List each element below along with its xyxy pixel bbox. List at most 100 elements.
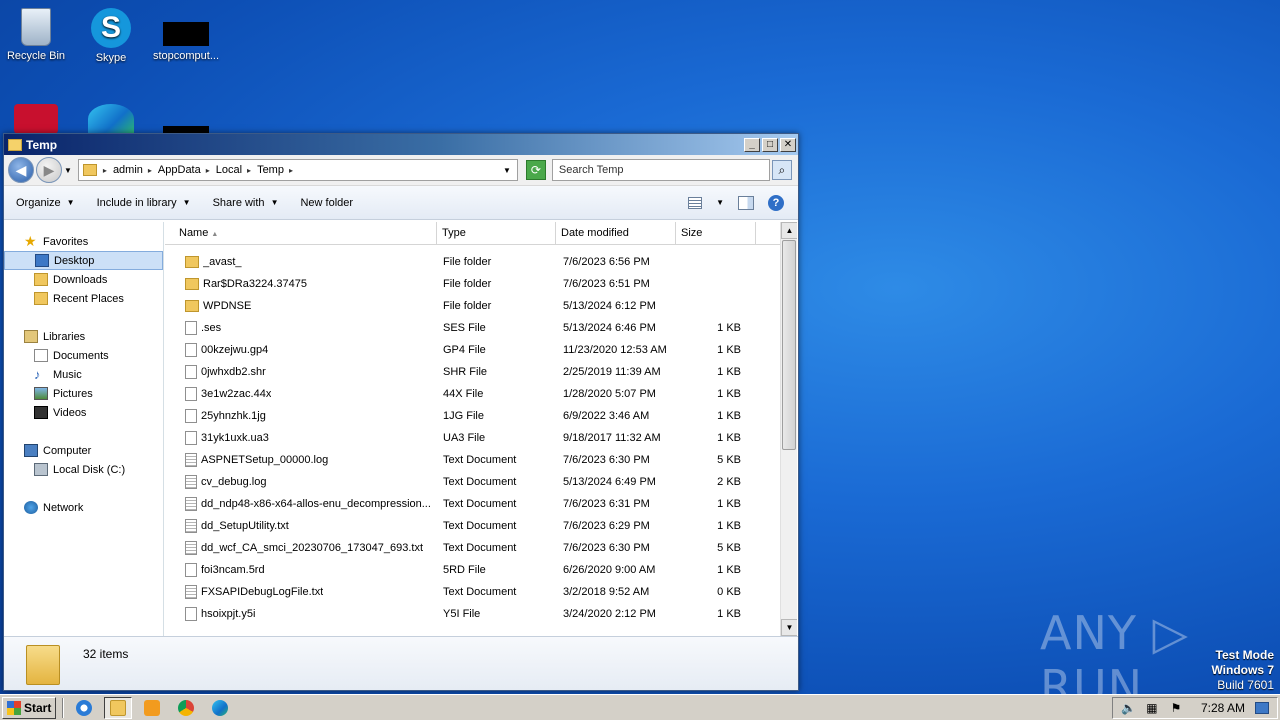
clock[interactable]: 7:28 AM bbox=[1201, 701, 1245, 715]
file-row[interactable]: foi3ncam.5rd 5RD File 6/26/2020 9:00 AM 1 K… bbox=[165, 559, 797, 581]
libraries-icon bbox=[24, 330, 38, 343]
view-options-icon[interactable] bbox=[688, 196, 703, 209]
minimize-button[interactable]: _ bbox=[744, 137, 760, 152]
forward-arrow-icon: ▶ bbox=[43, 161, 55, 178]
nav-music[interactable]: ♪ Music bbox=[4, 365, 163, 384]
file-type: File folder bbox=[443, 256, 492, 268]
file-row[interactable]: 00kzejwu.gp4 GP4 File 11/23/2020 12:53 AM 1… bbox=[165, 339, 797, 361]
file-row[interactable]: Rar$DRa3224.37475 File folder 7/6/2023 6:5… bbox=[165, 273, 797, 295]
nav-network[interactable]: Network bbox=[4, 498, 163, 517]
file-row[interactable]: WPDNSE File folder 5/13/2024 6:12 PM bbox=[165, 295, 797, 317]
test-mode-line1: Test Mode bbox=[1215, 648, 1274, 662]
include-in-library-button[interactable]: Include in library ▼ bbox=[97, 197, 191, 209]
breadcrumb-appdata[interactable]: AppData ▸ bbox=[158, 164, 210, 176]
scroll-thumb[interactable] bbox=[782, 240, 796, 450]
taskbar-internet-explorer[interactable] bbox=[70, 697, 98, 719]
file-type: File folder bbox=[443, 300, 492, 312]
share-with-button[interactable]: Share with ▼ bbox=[213, 197, 279, 209]
breadcrumb-separator-icon[interactable]: ▸ bbox=[103, 166, 107, 175]
nav-pictures[interactable]: Pictures bbox=[4, 384, 163, 403]
file-row[interactable]: cv_debug.log Text Document 5/13/2024 6:49 … bbox=[165, 471, 797, 493]
file-row[interactable]: .ses SES File 5/13/2024 6:46 PM 1 KB bbox=[165, 317, 797, 339]
file-row[interactable]: dd_SetupUtility.txt Text Document 7/6/2023… bbox=[165, 515, 797, 537]
new-folder-button[interactable]: New folder bbox=[300, 197, 353, 209]
nav-libraries[interactable]: Libraries bbox=[4, 327, 163, 346]
sort-ascending-icon: ▲ bbox=[211, 231, 219, 238]
file-row[interactable]: ASPNETSetup_00000.log Text Document 7/6/20… bbox=[165, 449, 797, 471]
scroll-down-icon[interactable]: ▼ bbox=[781, 619, 797, 636]
back-button[interactable]: ◀ bbox=[8, 157, 34, 183]
nav-recent-places[interactable]: Recent Places bbox=[4, 289, 163, 308]
volume-icon[interactable]: 🔈 bbox=[1121, 701, 1136, 715]
file-name: ASPNETSetup_00000.log bbox=[165, 453, 437, 467]
breadcrumb-local[interactable]: Local ▸ bbox=[216, 164, 251, 176]
title-bar[interactable]: Temp _ □ ✕ bbox=[4, 134, 798, 155]
file-size: 1 KB bbox=[717, 388, 741, 400]
desktop-icon-recycle-bin[interactable]: Recycle Bin bbox=[1, 8, 71, 62]
view-dropdown-icon[interactable]: ▼ bbox=[716, 198, 724, 207]
address-toolbar: ◀ ▶ ▼ ▸ admin ▸ AppData ▸ Local ▸ Temp ▸ ▼ ⟳… bbox=[4, 155, 798, 186]
text-document-icon bbox=[185, 497, 197, 511]
column-type[interactable]: Type bbox=[437, 222, 556, 244]
file-type: Text Document bbox=[443, 586, 517, 598]
maximize-button[interactable]: □ bbox=[762, 137, 778, 152]
edge-icon bbox=[88, 104, 134, 134]
column-name[interactable]: Name ▲ bbox=[165, 222, 437, 244]
desktop-icon-skype[interactable]: S Skype bbox=[76, 8, 146, 64]
breadcrumb-temp[interactable]: Temp ▸ bbox=[257, 164, 293, 176]
file-type: 5RD File bbox=[443, 564, 486, 576]
file-row[interactable]: _avast_ File folder 7/6/2023 6:56 PM bbox=[165, 251, 797, 273]
file-type: Text Document bbox=[443, 542, 517, 554]
nav-videos[interactable]: Videos bbox=[4, 403, 163, 422]
recent-pages-chevron-icon[interactable]: ▼ bbox=[64, 166, 72, 175]
file-row[interactable]: 0jwhxdb2.shr SHR File 2/25/2019 11:39 AM 1 … bbox=[165, 361, 797, 383]
file-size: 1 KB bbox=[717, 410, 741, 422]
address-bar[interactable]: ▸ admin ▸ AppData ▸ Local ▸ Temp ▸ ▼ bbox=[77, 159, 518, 181]
column-date-modified[interactable]: Date modified bbox=[556, 222, 676, 244]
show-desktop-icon[interactable] bbox=[1255, 701, 1269, 714]
folder-icon bbox=[82, 164, 97, 176]
nav-desktop[interactable]: Desktop bbox=[4, 251, 163, 270]
nav-documents[interactable]: Documents bbox=[4, 346, 163, 365]
file-name: .ses bbox=[165, 321, 437, 335]
scroll-up-icon[interactable]: ▲ bbox=[781, 222, 797, 239]
file-row[interactable]: 3e1w2zac.44x 44X File 1/28/2020 5:07 PM 1 K… bbox=[165, 383, 797, 405]
network-status-icon[interactable]: ▦ bbox=[1145, 701, 1159, 715]
preview-pane-icon[interactable] bbox=[738, 195, 754, 210]
close-button[interactable]: ✕ bbox=[780, 137, 796, 152]
start-button[interactable]: Start bbox=[2, 696, 57, 719]
taskbar-chrome[interactable] bbox=[172, 697, 200, 719]
taskbar-explorer[interactable] bbox=[104, 696, 133, 719]
taskbar-edge[interactable] bbox=[206, 697, 234, 719]
action-center-flag-icon[interactable]: ⚑ bbox=[1169, 701, 1183, 715]
file-row[interactable]: hsoixpjt.y5i Y5I File 3/24/2020 2:12 PM 1 K… bbox=[165, 603, 797, 625]
nav-local-disk[interactable]: Local Disk (C:) bbox=[4, 460, 163, 479]
desktop-icon-stopcomputer[interactable]: stopcomput... bbox=[151, 8, 221, 62]
nav-downloads[interactable]: Downloads bbox=[4, 270, 163, 289]
test-mode-line2: Windows 7 bbox=[1211, 663, 1274, 677]
file-date: 1/28/2020 5:07 PM bbox=[563, 388, 656, 400]
breadcrumb-admin[interactable]: admin ▸ bbox=[113, 164, 152, 176]
search-button[interactable]: ⌕ bbox=[771, 160, 792, 180]
nav-favorites[interactable]: ★ Favorites bbox=[4, 232, 163, 251]
forward-button[interactable]: ▶ bbox=[36, 157, 62, 183]
organize-button[interactable]: Organize ▼ bbox=[16, 197, 75, 209]
file-row[interactable]: 25yhnzhk.1jg 1JG File 6/9/2022 3:46 AM 1 KB bbox=[165, 405, 797, 427]
address-dropdown-icon[interactable]: ▼ bbox=[503, 166, 511, 175]
search-input[interactable]: Search Temp bbox=[551, 159, 770, 181]
help-icon[interactable]: ? bbox=[768, 194, 784, 211]
folder-icon bbox=[8, 138, 22, 151]
file-row[interactable]: 31yk1uxk.ua3 UA3 File 9/18/2017 11:32 AM 1 … bbox=[165, 427, 797, 449]
file-rows: _avast_ File folder 7/6/2023 6:56 PM Rar$DR… bbox=[165, 245, 797, 625]
vertical-scrollbar[interactable]: ▲ ▼ bbox=[780, 222, 797, 636]
taskbar-media-player[interactable] bbox=[138, 697, 166, 719]
text-document-icon bbox=[185, 519, 197, 533]
file-row[interactable]: dd_wcf_CA_smci_20230706_173047_693.txt Te… bbox=[165, 537, 797, 559]
file-type: Text Document bbox=[443, 520, 517, 532]
nav-computer[interactable]: Computer bbox=[4, 441, 163, 460]
refresh-button[interactable]: ⟳ bbox=[525, 160, 546, 180]
file-row[interactable]: dd_ndp48-x86-x64-allos-enu_decompression… bbox=[165, 493, 797, 515]
column-size[interactable]: Size bbox=[676, 222, 756, 244]
file-icon bbox=[185, 431, 197, 445]
file-row[interactable]: FXSAPIDebugLogFile.txt Text Document 3/2/2… bbox=[165, 581, 797, 603]
